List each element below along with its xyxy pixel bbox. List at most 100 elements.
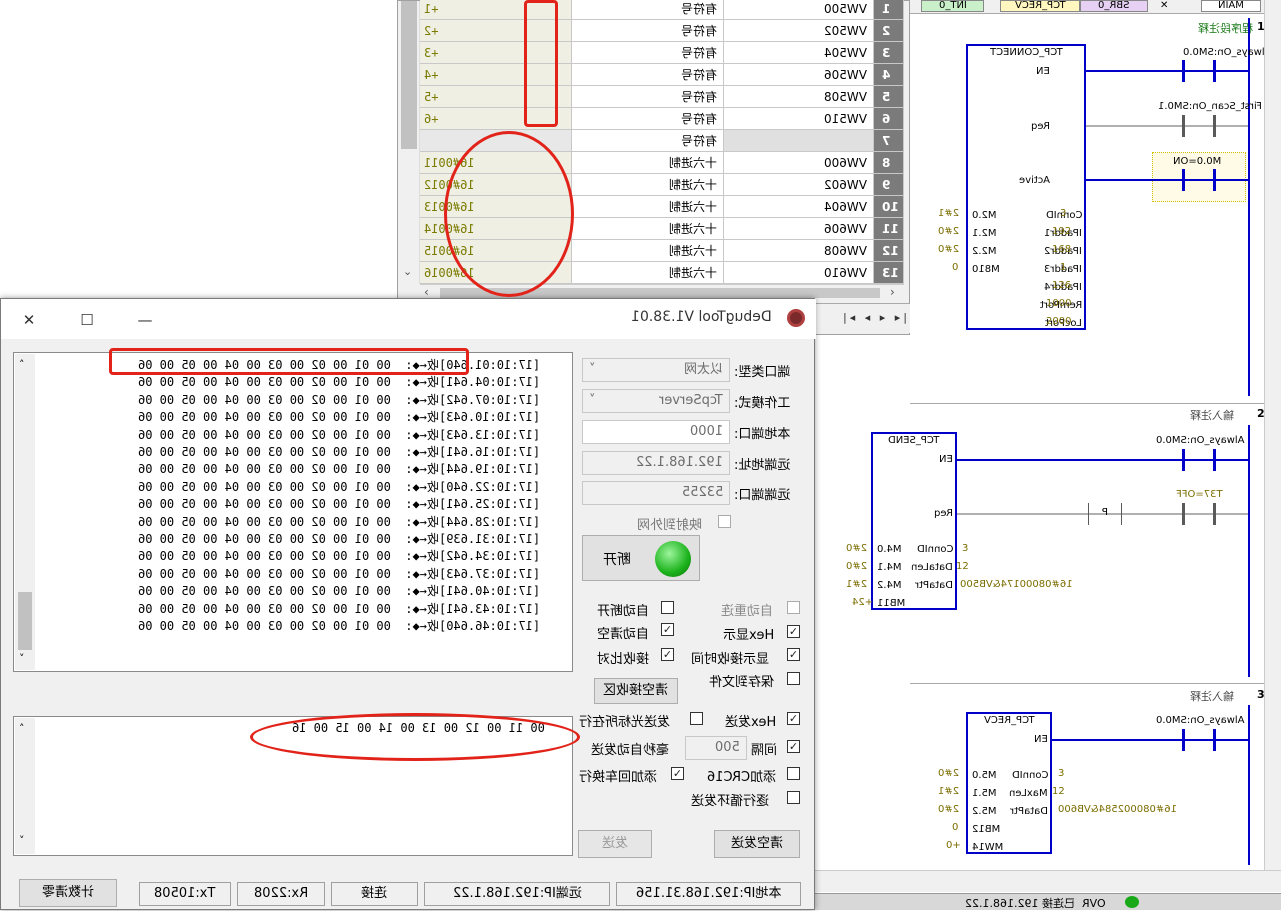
hex-send-checkbox[interactable]: ✓ <box>787 712 800 725</box>
tab-tcp-recv[interactable]: TCP_RECV <box>1000 0 1080 12</box>
receive-line: [17:10:04.641]收←◆: 00 01 00 02 00 03 00 … <box>138 375 541 390</box>
cell-fmt[interactable]: 有符号 <box>572 64 724 86</box>
scrollbar-thumb[interactable] <box>401 1 417 149</box>
clear-send-button[interactable]: 清空发送 <box>714 830 800 858</box>
cell-addr[interactable]: VW510 <box>724 108 874 130</box>
network-comment: 输入注释 <box>1190 409 1234 422</box>
cell-fmt[interactable]: 十六进制 <box>572 218 724 240</box>
reset-count-button[interactable]: 计数清零 <box>19 879 117 907</box>
interval-checkbox[interactable]: ✓ <box>787 740 800 753</box>
cell-num: 10 <box>874 196 904 218</box>
contact-m0-0[interactable] <box>1182 169 1216 191</box>
contact-sm0-0[interactable] <box>1182 60 1216 82</box>
minimize-button[interactable]: — <box>125 307 165 333</box>
cell-addr[interactable]: VW502 <box>724 20 874 42</box>
table-row[interactable]: +2 有符号 VW502 2 <box>420 20 904 42</box>
cell-addr[interactable]: VW500 <box>724 0 874 20</box>
send-cursor-line-checkbox[interactable] <box>690 712 703 725</box>
scroll-left-arrow-icon[interactable]: ‹ <box>424 285 429 299</box>
contact-sm0-0[interactable] <box>1182 449 1216 471</box>
cell-addr[interactable]: VW610 <box>724 262 874 284</box>
close-tab-icon[interactable]: ✕ <box>1160 0 1168 11</box>
table-row[interactable]: +3 有符号 VW504 3 <box>420 42 904 64</box>
tab-main[interactable]: MAIN <box>1201 0 1261 12</box>
cell-addr[interactable]: VW508 <box>724 86 874 108</box>
scroll-right-arrow-icon[interactable]: › <box>890 285 895 299</box>
send-scrollbar[interactable]: ˄ ˅ <box>15 718 35 854</box>
tcp-recv-block[interactable]: TCP_RECV EN ConnID MaxLen DataPtr M5.0 M… <box>966 712 1052 854</box>
receive-area[interactable]: ˄ ˅ [17:10:01.640]收←◆: 00 01 00 02 00 03… <box>13 352 573 672</box>
cell-fmt[interactable]: 有符号 <box>572 20 724 42</box>
ladder-vertical-scrollbar[interactable] <box>1264 0 1281 870</box>
cell-addr[interactable]: VW600 <box>724 152 874 174</box>
show-time-checkbox[interactable]: ✓ <box>787 648 800 661</box>
clear-receive-button[interactable]: 清空接收区 <box>594 678 678 704</box>
cell-num: 6 <box>874 108 904 130</box>
contact-t37[interactable] <box>1182 503 1216 525</box>
scroll-up-arrow-icon[interactable]: ˄ <box>19 358 25 371</box>
cell-fmt[interactable]: 十六进制 <box>572 174 724 196</box>
remote-port-field[interactable]: 53255 <box>582 481 730 505</box>
maximize-button[interactable]: ☐ <box>67 307 107 333</box>
local-port-field[interactable]: 1000 <box>582 420 730 444</box>
crc16-checkbox[interactable] <box>787 767 800 780</box>
hex-display-checkbox[interactable]: ✓ <box>787 625 800 638</box>
remote-addr-field[interactable]: 192.168.1.22 <box>582 451 730 475</box>
scroll-up-arrow-icon[interactable]: ˄ <box>19 722 25 735</box>
cell-addr[interactable]: VW602 <box>724 174 874 196</box>
work-mode-select[interactable]: ˅ TcpServer <box>582 389 730 413</box>
tab-sbr0[interactable]: SBR_0 <box>1080 0 1148 12</box>
map-checkbox[interactable] <box>718 515 731 528</box>
rung-wire <box>1086 179 1248 181</box>
sheet-nav-arrows[interactable]: |◂ ◂ ▸ ▸| <box>840 311 907 324</box>
table-row[interactable]: +1 有符号 VW500 1 <box>420 0 904 20</box>
cell-fmt[interactable]: 十六进制 <box>572 240 724 262</box>
cell-fmt[interactable]: 十六进制 <box>572 262 724 284</box>
rx-compare-checkbox[interactable]: ✓ <box>661 648 674 661</box>
cell-addr[interactable] <box>724 130 874 152</box>
receive-scrollbar[interactable]: ˄ ˅ <box>15 354 35 670</box>
cell-addr[interactable]: VW504 <box>724 42 874 64</box>
cell-fmt[interactable]: 十六进制 <box>572 196 724 218</box>
add-crlf-checkbox[interactable]: ✓ <box>671 767 684 780</box>
save-file-checkbox[interactable] <box>787 672 800 685</box>
cell-fmt[interactable]: 有符号 <box>572 108 724 130</box>
cell-fmt[interactable]: 有符号 <box>572 86 724 108</box>
cell-fmt[interactable]: 有符号 <box>572 0 724 20</box>
background-blank-area <box>0 0 397 298</box>
auto-clear-checkbox[interactable]: ✓ <box>661 623 674 636</box>
scrollbar-thumb[interactable] <box>18 592 32 650</box>
table-row[interactable]: +4 有符号 VW506 4 <box>420 64 904 86</box>
scroll-down-arrow-icon[interactable]: ⌄ <box>403 265 412 278</box>
highlight-ellipse <box>444 131 574 297</box>
contact-sm0-0[interactable] <box>1182 729 1216 751</box>
tcp-send-block[interactable]: TCP_SEND EN Req ConnID DataLen DataPtr M… <box>871 432 957 610</box>
close-button[interactable]: ✕ <box>9 307 49 333</box>
table-row[interactable]: +6 有符号 VW510 6 <box>420 108 904 130</box>
cell-fmt[interactable]: 有符号 <box>572 130 724 152</box>
send-button[interactable]: 发送 <box>578 830 652 858</box>
cell-num: 13 <box>874 262 904 284</box>
cell-addr[interactable]: VW506 <box>724 64 874 86</box>
auto-disconnect-checkbox[interactable] <box>661 601 674 614</box>
auto-reconnect-checkbox[interactable] <box>787 601 800 614</box>
table-row[interactable]: +5 有符号 VW508 5 <box>420 86 904 108</box>
interval-field[interactable]: 500 <box>685 736 747 760</box>
cell-addr[interactable]: VW608 <box>724 240 874 262</box>
scroll-down-arrow-icon[interactable]: ˅ <box>19 834 25 847</box>
vertical-scrollbar[interactable]: ⌄ <box>398 1 420 284</box>
contact-sm0-1[interactable] <box>1182 115 1216 137</box>
cell-num: 3 <box>874 42 904 64</box>
loop-send-checkbox[interactable] <box>787 791 800 804</box>
cell-fmt[interactable]: 十六进制 <box>572 152 724 174</box>
disconnect-button[interactable]: 断开 <box>582 535 700 581</box>
cell-fmt[interactable]: 有符号 <box>572 42 724 64</box>
cell-addr[interactable]: VW604 <box>724 196 874 218</box>
cell-addr[interactable]: VW606 <box>724 218 874 240</box>
status-text: OVR 已连接 192.168.1.22 <box>965 897 1106 910</box>
cell-num: 8 <box>874 152 904 174</box>
port-type-select[interactable]: ˅ 以太网 <box>582 358 730 382</box>
ladder-horizontal-scrollbar[interactable] <box>815 870 1281 892</box>
tab-int0[interactable]: INT_0 <box>921 0 984 12</box>
scroll-down-arrow-icon[interactable]: ˅ <box>19 652 25 665</box>
